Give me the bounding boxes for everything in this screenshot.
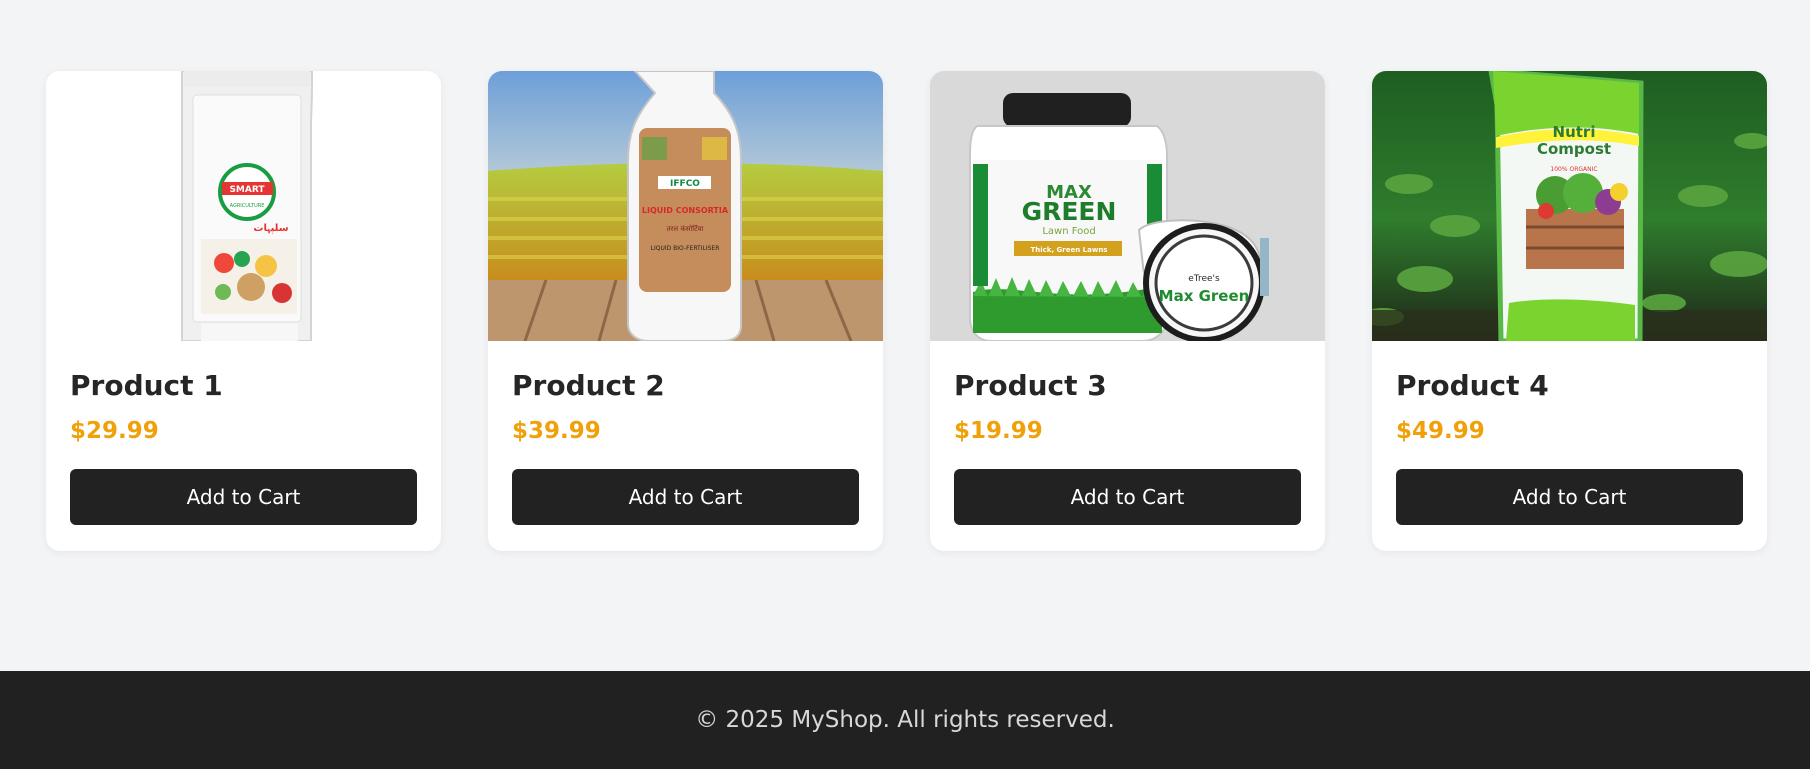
copyright-text: © 2025 MyShop. All rights reserved. <box>695 707 1115 733</box>
product-name: Product 4 <box>1396 369 1549 402</box>
product-price: $39.99 <box>512 418 601 444</box>
svg-text:तरल कंसोर्टिया: तरल कंसोर्टिया <box>667 224 704 233</box>
iffco-liquid-consortia-bottle-image: IFFCO LIQUID CONSORTIA तरल कंसोर्टिया LI… <box>488 71 883 341</box>
svg-text:eTree's: eTree's <box>1188 274 1220 284</box>
product-price: $19.99 <box>954 418 1043 444</box>
product-card-body-1: Product 1 $29.99 Add to Cart <box>46 341 441 549</box>
svg-text:100% ORGANIC: 100% ORGANIC <box>1550 166 1597 173</box>
product-price: $29.99 <box>70 418 159 444</box>
smart-agriculture-bottle-image: SMART AGRICULTURE ﺳﻠﭙﮩﺎﺕ <box>46 71 441 341</box>
product-image-3[interactable]: MAX GREEN Lawn Food Thick, Green Lawns e… <box>930 71 1325 341</box>
product-card-body-3: Product 3 $19.99 Add to Cart <box>930 341 1325 549</box>
svg-text:Nutri: Nutri <box>1553 123 1596 141</box>
svg-text:Lawn Food: Lawn Food <box>1042 226 1095 237</box>
svg-text:SMART: SMART <box>229 185 265 195</box>
product-name: Product 3 <box>954 369 1107 402</box>
add-to-cart-button[interactable]: Add to Cart <box>512 469 859 525</box>
product-name: Product 2 <box>512 369 665 402</box>
svg-text:GREEN: GREEN <box>1022 197 1117 226</box>
product-card-body-4: Product 4 $49.99 Add to Cart <box>1372 341 1767 549</box>
page: SMART AGRICULTURE ﺳﻠﭙﮩﺎﺕ Product 1 $29.9… <box>0 0 1810 769</box>
nutri-compost-bag-image: Nutri Compost 100% ORGANIC <box>1372 71 1767 341</box>
product-card-1: SMART AGRICULTURE ﺳﻠﭙﮩﺎﺕ Product 1 $29.9… <box>46 71 441 551</box>
svg-text:Thick, Green Lawns: Thick, Green Lawns <box>1031 246 1108 254</box>
max-green-lawn-food-image: MAX GREEN Lawn Food Thick, Green Lawns e… <box>930 71 1325 341</box>
svg-text:LIQUID CONSORTIA: LIQUID CONSORTIA <box>642 206 729 215</box>
site-footer: © 2025 MyShop. All rights reserved. <box>0 671 1810 769</box>
product-image-1[interactable]: SMART AGRICULTURE ﺳﻠﭙﮩﺎﺕ <box>46 71 441 341</box>
product-card-2: IFFCO LIQUID CONSORTIA तरल कंसोर्टिया LI… <box>488 71 883 551</box>
product-card-4: Nutri Compost 100% ORGANIC Product 4 $49… <box>1372 71 1767 551</box>
add-to-cart-button[interactable]: Add to Cart <box>954 469 1301 525</box>
product-image-4[interactable]: Nutri Compost 100% ORGANIC <box>1372 71 1767 341</box>
add-to-cart-button[interactable]: Add to Cart <box>1396 469 1743 525</box>
svg-text:Max Green: Max Green <box>1159 287 1250 305</box>
product-card-3: MAX GREEN Lawn Food Thick, Green Lawns e… <box>930 71 1325 551</box>
svg-text:Compost: Compost <box>1537 140 1611 158</box>
product-price: $49.99 <box>1396 418 1485 444</box>
svg-text:ﺳﻠﭙﮩﺎﺕ: ﺳﻠﭙﮩﺎﺕ <box>253 223 288 234</box>
svg-text:IFFCO: IFFCO <box>670 179 700 189</box>
product-name: Product 1 <box>70 369 223 402</box>
add-to-cart-button[interactable]: Add to Cart <box>70 469 417 525</box>
svg-text:AGRICULTURE: AGRICULTURE <box>230 203 265 209</box>
product-image-2[interactable]: IFFCO LIQUID CONSORTIA तरल कंसोर्टिया LI… <box>488 71 883 341</box>
svg-text:LIQUID BIO-FERTILISER: LIQUID BIO-FERTILISER <box>651 245 720 252</box>
product-grid: SMART AGRICULTURE ﺳﻠﭙﮩﺎﺕ Product 1 $29.9… <box>46 71 1767 551</box>
product-card-body-2: Product 2 $39.99 Add to Cart <box>488 341 883 549</box>
